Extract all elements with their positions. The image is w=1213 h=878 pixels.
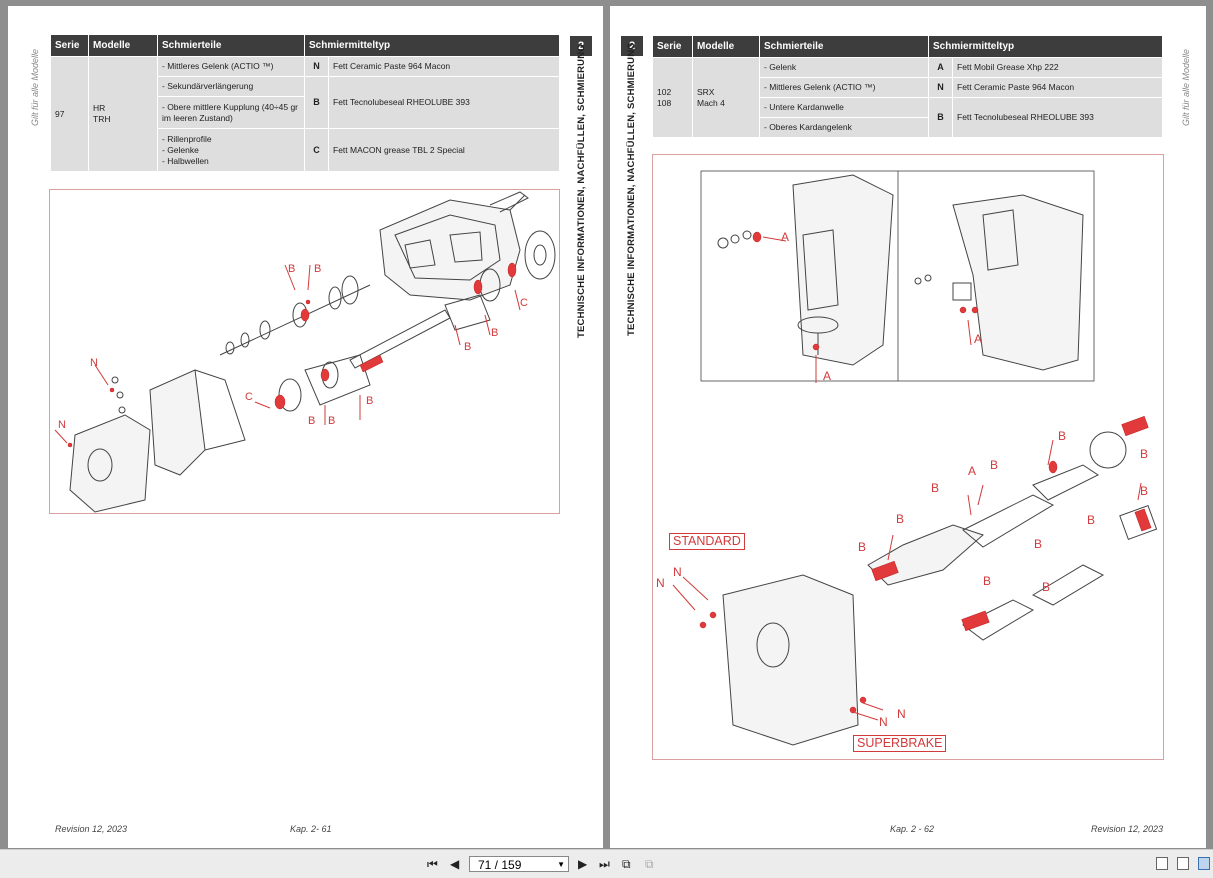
table-header: Schmierteile: [759, 35, 929, 58]
callout: C: [520, 297, 528, 309]
callout: N: [897, 707, 906, 721]
lubricant-letter: B: [304, 76, 329, 129]
chevron-down-icon: ▼: [557, 860, 565, 869]
models-cell: SRX Mach 4: [692, 57, 760, 138]
callout: B: [464, 341, 471, 353]
callout: B: [328, 415, 335, 427]
callout: N: [58, 419, 66, 431]
callout: B: [1058, 429, 1066, 443]
callout: A: [974, 332, 982, 346]
lubrication-diagram-hr-trh: B B C B B B N C B B N: [49, 189, 560, 514]
lubricant-type: Fett Tecnolubeseal RHEOLUBE 393: [951, 97, 1164, 138]
callout: N: [879, 715, 888, 729]
superbrake-label: SUPERBRAKE: [853, 735, 947, 752]
left-page: Gilt für alle Modelle Serie Modelle Schm…: [8, 6, 603, 848]
footer-page-number: Kap. 2 - 62: [890, 824, 935, 834]
lubricant-letter: N: [928, 77, 953, 98]
two-page-view-icon[interactable]: [1198, 857, 1210, 870]
rotate-icon[interactable]: ⧉: [622, 856, 631, 872]
callout: B: [366, 395, 373, 407]
exploded-drawing: A A A B B A B B B B B B B B B N N N N: [656, 170, 1158, 746]
callout: B: [308, 415, 315, 427]
lubrication-diagram-srx-mach4: A A A B B A B B B B B B B B B N N N N ST: [652, 154, 1164, 760]
lubricant-type: Fett MACON grease TBL 2 Special: [327, 128, 561, 172]
viewer-toolbar: ⏮ ◀ 71 / 159 ▼ ▶ ⏭ ⧉ ⧉: [0, 849, 1213, 878]
callout: B: [1042, 580, 1050, 594]
callout: C: [245, 391, 253, 403]
chapter-title: TECHNISCHE INFORMATIONEN, NACHFÜLLEN, SC…: [576, 44, 587, 338]
lubricant-type: Fett Ceramic Paste 964 Macon: [327, 56, 561, 77]
callout: B: [896, 512, 904, 526]
part-cell: - Rillenprofile - Gelenke - Halbwellen: [157, 128, 305, 172]
last-page-icon[interactable]: ⏭: [599, 856, 610, 872]
first-page-icon[interactable]: ⏮: [427, 856, 438, 872]
side-note: Gilt für alle Modelle: [1181, 48, 1191, 126]
callout: N: [90, 357, 98, 369]
callout: N: [673, 565, 682, 579]
table-header: Schmiermitteltyp: [303, 34, 561, 57]
exploded-drawing: B B C B B B N C B B N: [54, 191, 556, 513]
part-cell: - Sekundärverlängerung: [157, 76, 305, 97]
copy-icon[interactable]: ⧉: [645, 856, 654, 872]
callout: A: [823, 369, 831, 383]
part-cell: - Untere Kardanwelle: [759, 97, 929, 118]
table-header: Modelle: [692, 35, 760, 58]
footer-revision: Revision 12, 2023: [1091, 824, 1164, 834]
previous-page-icon[interactable]: ◀: [450, 856, 459, 872]
models-cell: HR TRH: [88, 56, 158, 172]
table-header: Serie: [652, 35, 693, 58]
lubricant-letter: A: [928, 57, 953, 78]
lubrication-table: Serie Modelle Schmierteile Schmiermittel…: [50, 34, 561, 172]
callout: B: [314, 263, 321, 275]
table-header: Schmierteile: [157, 34, 305, 57]
right-page: 2 TECHNISCHE INFORMATIONEN, NACHFÜLLEN, …: [610, 6, 1206, 848]
callout: A: [968, 464, 976, 478]
part-cell: - Obere mittlere Kupplung (40÷45 gr im l…: [157, 96, 305, 129]
lubricant-type: Fett Tecnolubeseal RHEOLUBE 393: [327, 76, 561, 129]
callout: N: [656, 576, 665, 590]
callout: A: [781, 230, 789, 244]
callout: B: [491, 327, 498, 339]
callout: B: [990, 458, 998, 472]
part-cell: - Oberes Kardangelenk: [759, 117, 929, 138]
lubricant-type: Fett Ceramic Paste 964 Macon: [951, 77, 1164, 98]
lubricant-type: Fett Mobil Grease Xhp 222: [951, 57, 1164, 78]
next-page-icon[interactable]: ▶: [578, 856, 587, 872]
callout: B: [983, 574, 991, 588]
callout: B: [858, 540, 866, 554]
table-header: Serie: [50, 34, 89, 57]
page-number-select[interactable]: 71 / 159 ▼: [469, 856, 569, 872]
part-cell: - Gelenk: [759, 57, 929, 78]
lubricant-letter: B: [928, 97, 953, 138]
serie-cell: 97: [50, 56, 89, 172]
table-header: Schmiermitteltyp: [927, 35, 1164, 58]
continuous-view-icon[interactable]: [1177, 857, 1189, 870]
callout: B: [288, 263, 295, 275]
side-note: Gilt für alle Modelle: [30, 48, 40, 126]
callout: B: [1087, 513, 1095, 527]
single-page-view-icon[interactable]: [1156, 857, 1168, 870]
part-cell: - Mittleres Gelenk (ACTIO ™): [759, 77, 929, 98]
lubricant-letter: N: [304, 56, 329, 77]
lubricant-letter: C: [304, 128, 329, 172]
footer-revision: Revision 12, 2023: [55, 824, 128, 834]
chapter-title: TECHNISCHE INFORMATIONEN, NACHFÜLLEN, SC…: [626, 42, 637, 336]
callout: B: [931, 481, 939, 495]
standard-label: STANDARD: [669, 533, 745, 550]
serie-cell: 102 108: [652, 57, 693, 138]
lubrication-table: Serie Modelle Schmierteile Schmiermittel…: [652, 35, 1164, 138]
table-header: Modelle: [88, 34, 158, 57]
callout: B: [1034, 537, 1042, 551]
part-cell: - Mittleres Gelenk (ACTIO ™): [157, 56, 305, 77]
footer-page-number: Kap. 2- 61: [290, 824, 332, 834]
callout: B: [1140, 484, 1148, 498]
callout: B: [1140, 447, 1148, 461]
